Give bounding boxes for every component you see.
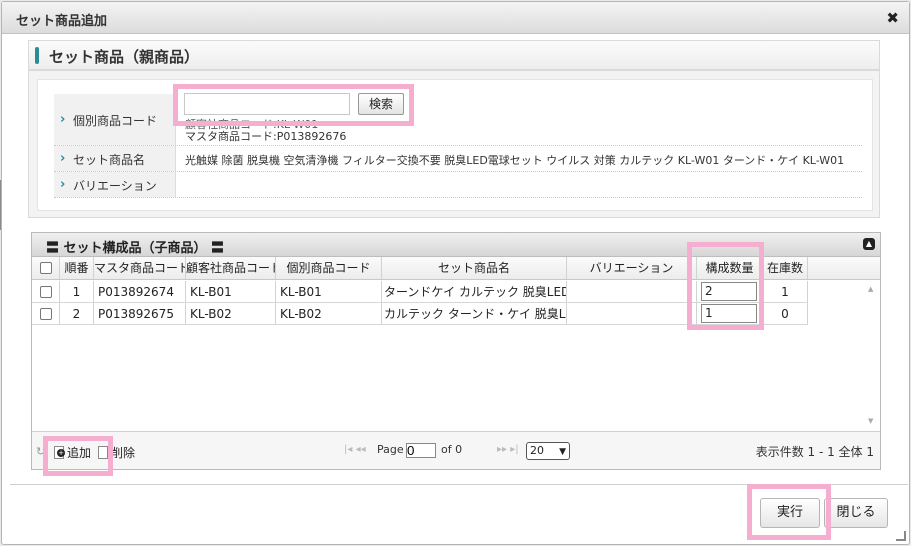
value-set-name: 光触媒 除菌 脱臭機 空気清浄機 フィルター交換不要 脱臭LED電球セット ウイ… xyxy=(185,154,845,167)
dialog-titlebar[interactable]: セット商品追加 ✖ xyxy=(2,2,909,34)
delete-document-icon xyxy=(98,446,108,459)
table-row[interactable]: 2 P013892675 KL-B02 KL-B02 カルテック ターンド・ケイ… xyxy=(32,303,808,325)
row-checkbox[interactable] xyxy=(40,286,52,298)
first-prev-page-icon[interactable]: |◂ ◂◂ xyxy=(344,444,366,455)
col-set-name[interactable]: セット商品名 xyxy=(382,257,567,279)
col-master-code[interactable]: マスタ商品コード xyxy=(94,257,186,279)
col-stock[interactable]: 在庫数 xyxy=(763,257,808,279)
dialog-title: セット商品追加 xyxy=(16,14,108,29)
row-item-code: › 個別商品コード 顧客社商品コード:KL-W01 マスタ商品コード:P0138… xyxy=(54,94,862,146)
resize-grip-icon[interactable] xyxy=(896,531,906,541)
add-button[interactable]: 追加 xyxy=(54,444,91,461)
parent-panel-title: セット商品（親商品） xyxy=(49,48,200,66)
qty-input[interactable]: 1 xyxy=(701,304,757,323)
chevron-right-icon: › xyxy=(60,176,66,192)
label-set-name: セット商品名 xyxy=(73,152,146,167)
col-variation[interactable]: バリエーション xyxy=(567,257,697,279)
table-row[interactable]: 1 P013892674 KL-B01 KL-B01 ターンドケイ カルテック … xyxy=(32,281,808,303)
col-no[interactable]: 順番 xyxy=(60,257,94,279)
footer-divider xyxy=(10,484,908,485)
grid-pager: ↻ 追加 削除 |◂ ◂◂ Page of 0 ▸▸ ▸| 20▼ 表示件数 1… xyxy=(32,431,880,469)
collapse-icon[interactable]: ▲ xyxy=(863,238,875,250)
value-master-code: マスタ商品コード:P013892676 xyxy=(185,130,347,143)
accent-bar xyxy=(35,47,39,64)
child-items-grid: 〓 セット構成品（子商品） 〓 ▲ 順番 マスタ商品コード 顧客社商品コード 個… xyxy=(31,232,881,470)
scroll-up-icon[interactable]: ▲ xyxy=(868,285,873,293)
parent-panel-header: セット商品（親商品） xyxy=(28,40,880,70)
grid-scrollbar[interactable]: ▲ ▼ xyxy=(864,281,880,431)
execute-button[interactable]: 実行 xyxy=(760,498,820,528)
refresh-icon[interactable]: ↻ xyxy=(36,445,45,458)
label-variation: バリエーション xyxy=(73,178,157,193)
row-checkbox[interactable] xyxy=(40,308,52,320)
search-button[interactable]: 検索 xyxy=(358,93,404,115)
parent-panel-body: › 個別商品コード 顧客社商品コード:KL-W01 マスタ商品コード:P0138… xyxy=(28,70,880,218)
delete-button[interactable]: 削除 xyxy=(98,444,135,461)
col-qty[interactable]: 構成数量 xyxy=(697,257,763,279)
grid-title: 〓 セット構成品（子商品） 〓 xyxy=(46,241,225,256)
item-code-search-input[interactable] xyxy=(184,93,350,115)
scroll-down-icon[interactable]: ▼ xyxy=(868,417,873,425)
chevron-right-icon: › xyxy=(60,150,66,166)
close-button[interactable]: 閉じる xyxy=(824,498,888,528)
qty-input[interactable]: 2 xyxy=(701,282,757,301)
col-customer-code[interactable]: 顧客社商品コード xyxy=(186,257,276,279)
label-item-code: 個別商品コード xyxy=(73,113,158,128)
select-all-checkbox[interactable] xyxy=(40,262,52,274)
close-icon[interactable]: ✖ xyxy=(886,9,899,27)
row-variation: › バリエーション xyxy=(54,172,862,198)
set-product-dialog: セット商品追加 ✖ セット商品（親商品） › 個別商品コード 顧客社商品コード:… xyxy=(1,1,910,545)
page-label: Page xyxy=(377,443,404,456)
record-count-info: 表示件数 1 - 1 全体 1 xyxy=(755,445,874,459)
page-of-label: of 0 xyxy=(441,443,463,456)
grid-header: 順番 マスタ商品コード 顧客社商品コード 個別商品コード セット商品名 バリエー… xyxy=(32,257,880,280)
add-document-icon xyxy=(54,446,65,459)
col-item-code[interactable]: 個別商品コード xyxy=(276,257,382,279)
chevron-down-icon: ▼ xyxy=(559,447,566,457)
row-set-name: › セット商品名 光触媒 除菌 脱臭機 空気清浄機 フィルター交換不要 脱臭LE… xyxy=(54,146,862,172)
grid-titlebar: 〓 セット構成品（子商品） 〓 ▲ xyxy=(32,233,880,257)
page-input[interactable] xyxy=(406,443,436,458)
next-last-page-icon[interactable]: ▸▸ ▸| xyxy=(497,444,519,455)
chevron-right-icon: › xyxy=(60,111,66,127)
page-size-select[interactable]: 20 ▼ xyxy=(526,442,570,460)
parent-form: › 個別商品コード 顧客社商品コード:KL-W01 マスタ商品コード:P0138… xyxy=(37,79,873,211)
